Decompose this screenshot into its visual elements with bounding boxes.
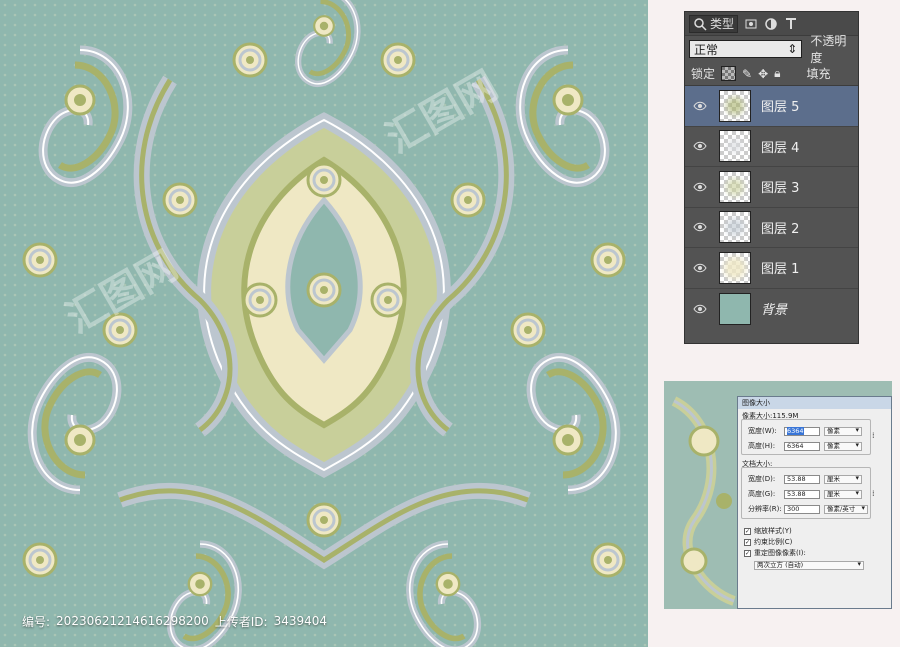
adjustment-filter-icon[interactable] [764,17,778,31]
eye-icon[interactable] [685,222,715,232]
layer-thumbnail [719,89,751,122]
layer-name: 图层 3 [761,181,800,197]
eye-icon[interactable] [685,263,715,273]
eye-icon[interactable] [685,141,715,151]
opacity-label: 不透明度 [810,34,847,65]
layer-name: 图层 1 [761,262,800,278]
layer-thumbnail [719,251,751,284]
doc-height-unit-select[interactable]: 厘米 [824,490,862,499]
eye-icon[interactable] [685,182,715,192]
blend-mode-value: 正常 [694,42,719,57]
layer-row-1[interactable]: 图层 1 [685,248,858,289]
height-input[interactable]: 6364 [784,442,820,451]
layers-panel: 类型 正常 ⇕ 不透明度 锁定 ✎ ✥ 🔒︎ 填充 图层 5 图层 4 图层 3… [684,11,859,344]
layer-thumbnail [719,130,751,163]
resample-checkbox[interactable]: ✓ [744,550,751,557]
dialog-title: 图像大小 [738,397,891,409]
layer-thumbnail [719,292,751,325]
image-size-dialog: 图像大小 像素大小:115.9M 宽度(W): 6364 像素 高度(H): 6… [737,396,892,609]
layer-name: 图层 2 [761,221,800,237]
layer-filter-select[interactable]: 类型 [689,14,739,33]
lock-label: 锁定 [691,67,716,81]
width-input[interactable]: 6364 [784,427,820,436]
eye-icon[interactable] [685,304,715,314]
id-label: 编号: [22,614,51,629]
layer-thumbnail [719,211,751,244]
doc-width-unit-select[interactable]: 厘米 [824,475,862,484]
scale-styles-label: 缩放样式(Y) [754,527,792,535]
layer-row-background[interactable]: 背景 [685,289,858,330]
scale-styles-checkbox[interactable]: ✓ [744,528,751,535]
resolution-input[interactable]: 300 [784,505,820,514]
resample-method-select[interactable]: 两次立方 (自动) [754,561,864,570]
layer-row-2[interactable]: 图层 2 [685,208,858,248]
chevron-updown-icon: ⇕ [787,42,798,56]
layer-row-4[interactable]: 图层 4 [685,127,858,167]
type-filter-icon[interactable] [784,17,798,31]
constrain-proportions-label: 约束比例(C) [754,538,793,546]
paisley-pattern-image: 汇图网 汇图网 [0,0,648,647]
uploader-value: 3439404 [273,614,328,628]
width-label: 宽度(W): [748,427,777,435]
padlock-icon[interactable]: 🔒︎ [774,66,780,81]
constrain-proportions-checkbox[interactable]: ✓ [744,539,751,546]
layer-name: 背景 [761,303,788,319]
pixel-filter-icon[interactable] [744,17,758,31]
uploader-label: 上传者ID: [214,614,268,629]
id-value: 20230621214616298200 [56,614,209,628]
layer-name: 图层 4 [761,140,800,156]
height-unit-select[interactable]: 像素 [824,442,862,451]
resolution-unit-select[interactable]: 像素/英寸 [824,505,868,514]
image-footer: 编号: 20230621214616298200 上传者ID: 3439404 [0,608,648,634]
image-size-preview: 图像大小 像素大小:115.9M 宽度(W): 6364 像素 高度(H): 6… [664,381,892,609]
filter-label: 类型 [710,17,735,31]
layer-name: 图层 5 [761,100,800,116]
brush-lock-icon[interactable]: ✎ [742,67,752,81]
height-label: 高度(H): [748,442,776,450]
layer-row-3[interactable]: 图层 3 [685,167,858,208]
eye-icon[interactable] [685,101,715,111]
doc-width-label: 宽度(D): [748,475,776,483]
layer-row-5[interactable]: 图层 5 [685,86,858,127]
link-icon: ⁞ [872,431,875,440]
search-icon [694,17,707,31]
link-icon: ⁞ [872,489,875,498]
resample-label: 重定图像像素(I): [754,549,806,557]
blend-mode-select[interactable]: 正常 ⇕ [689,40,803,58]
blend-row: 正常 ⇕ 不透明度 [685,34,858,65]
move-lock-icon[interactable]: ✥ [758,67,768,81]
resolution-label: 分辨率(R): [748,505,782,513]
width-unit-select[interactable]: 像素 [824,427,862,436]
fill-label: 填充 [806,67,831,81]
root: 汇图网 汇图网 编号: 20230621214616298200 上传者ID: … [0,0,900,647]
layer-thumbnail [719,170,751,203]
doc-height-label: 高度(G): [748,490,776,498]
doc-height-input[interactable]: 53.88 [784,490,820,499]
lock-transparent-pixels-icon[interactable] [721,66,737,81]
doc-width-input[interactable]: 53.88 [784,475,820,484]
